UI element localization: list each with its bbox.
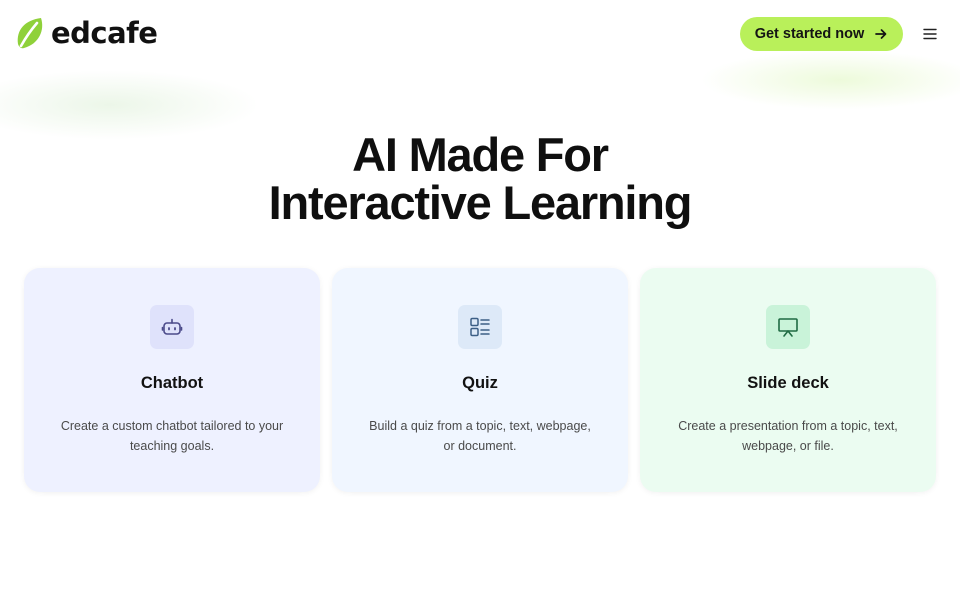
chatbot-description: Create a custom chatbot tailored to your… — [60, 419, 284, 453]
quiz-list-icon — [470, 317, 490, 337]
quiz-card[interactable]: Quiz Build a quiz from a topic, text, we… — [332, 268, 628, 492]
presentation-icon — [778, 318, 798, 337]
hamburger-icon — [923, 28, 937, 40]
quiz-icon-tile — [458, 305, 502, 349]
get-started-button[interactable]: Get started now — [740, 17, 903, 51]
quiz-title: Quiz — [462, 374, 498, 392]
background-glow-left — [0, 70, 260, 140]
quiz-description: Build a quiz from a topic, text, webpage… — [369, 419, 591, 453]
logo-link[interactable]: edcafe — [15, 16, 158, 50]
chatbot-icon-tile — [150, 305, 194, 349]
robot-icon — [161, 318, 183, 335]
menu-button[interactable] — [918, 24, 942, 44]
logo-text: edcafe — [51, 16, 158, 50]
hero-title-line-2: Interactive Learning — [268, 176, 693, 229]
slide-deck-title: Slide deck — [747, 374, 829, 392]
hero-title-line-1: AI Made For — [352, 128, 609, 181]
hero-title: AI Made For Interactive Learning — [0, 131, 960, 227]
leaf-logo-icon — [17, 18, 43, 49]
slide-deck-description: Create a presentation from a topic, text… — [678, 419, 898, 453]
chatbot-title: Chatbot — [140, 374, 204, 392]
site-header: edcafe Get started now — [0, 0, 960, 68]
page: edcafe Get started now AI Made For Inter… — [0, 0, 960, 600]
chatbot-card[interactable]: Chatbot Create a custom chatbot tailored… — [24, 268, 320, 492]
slide-deck-icon-tile — [766, 305, 810, 349]
slide-deck-card[interactable]: Slide deck Create a presentation from a … — [640, 268, 936, 492]
arrow-right-icon — [875, 29, 887, 39]
get-started-label: Get started now — [754, 26, 865, 42]
